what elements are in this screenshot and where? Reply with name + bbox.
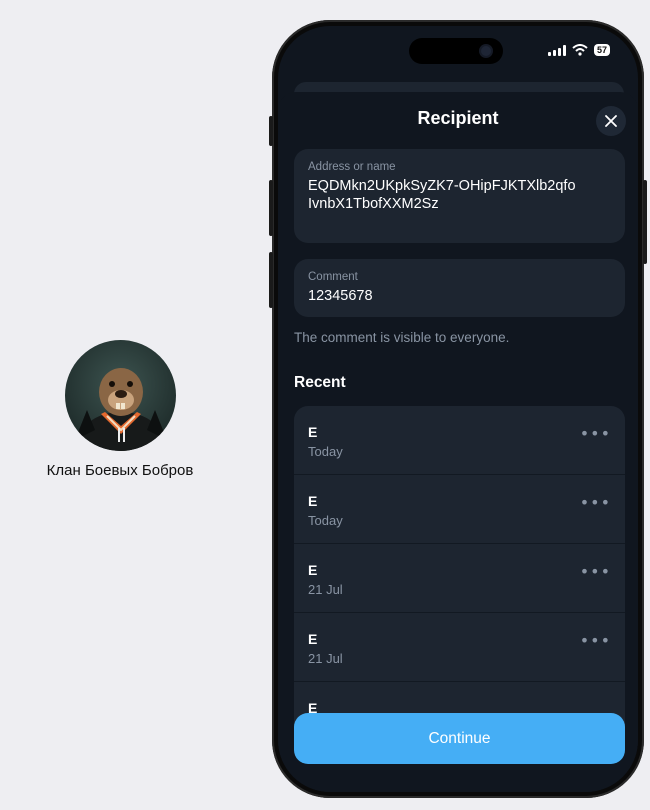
ellipsis-icon[interactable]: ••• (580, 562, 611, 581)
recent-list: E Today ••• E Today ••• E 21 Jul ••• E 2… (294, 406, 625, 746)
recent-item-date: 21 Jul (308, 651, 343, 666)
address-field[interactable]: Address or name EQDMkn2UKpkSyZK7-OHipFJK… (294, 149, 625, 243)
recent-heading: Recent (294, 374, 346, 391)
ellipsis-icon[interactable]: ••• (580, 493, 611, 512)
sheet-title: Recipient (417, 108, 499, 128)
profile-name: Клан Боевых Бобров (46, 462, 194, 479)
recent-item-name: E (308, 493, 318, 509)
recent-item-name: E (308, 424, 318, 440)
wifi-icon (572, 44, 588, 56)
comment-hint: The comment is visible to everyone. (294, 330, 510, 345)
address-field-label: Address or name (308, 161, 396, 173)
status-bar: 57 (547, 44, 610, 56)
dynamic-island (409, 38, 503, 64)
comment-field-label: Comment (308, 271, 358, 283)
battery-icon: 57 (593, 44, 610, 56)
continue-button[interactable]: Continue (294, 713, 625, 764)
app-screen: 57 Recipient Address or name EQDMkn2UKpk… (278, 26, 638, 792)
action-button (269, 116, 273, 146)
close-icon (605, 115, 617, 127)
recent-item-name: E (308, 631, 318, 647)
recent-item-name: E (308, 562, 318, 578)
volume-up-button (269, 180, 273, 236)
recent-item[interactable]: E 21 Jul ••• (294, 544, 625, 613)
comment-field-value: 12345678 (308, 288, 373, 304)
close-button[interactable] (596, 106, 626, 136)
volume-down-button (269, 252, 273, 308)
recent-item-date: Today (308, 444, 343, 459)
signal-icon (547, 44, 566, 56)
recent-item[interactable]: E 21 Jul ••• (294, 613, 625, 682)
recent-item[interactable]: E Today ••• (294, 475, 625, 544)
address-field-value: EQDMkn2UKpkSyZK7-OHipFJKTXlb2qfoIvnbX1Tb… (308, 178, 576, 212)
ellipsis-icon[interactable]: ••• (580, 631, 611, 650)
avatar (65, 340, 176, 451)
recent-item-date: Today (308, 513, 343, 528)
comment-field[interactable]: Comment 12345678 (294, 259, 625, 317)
camera-icon (481, 46, 491, 56)
side-button (643, 180, 647, 264)
ellipsis-icon[interactable]: ••• (580, 424, 611, 443)
recent-item[interactable]: E Today ••• (294, 406, 625, 475)
recent-item-date: 21 Jul (308, 582, 343, 597)
